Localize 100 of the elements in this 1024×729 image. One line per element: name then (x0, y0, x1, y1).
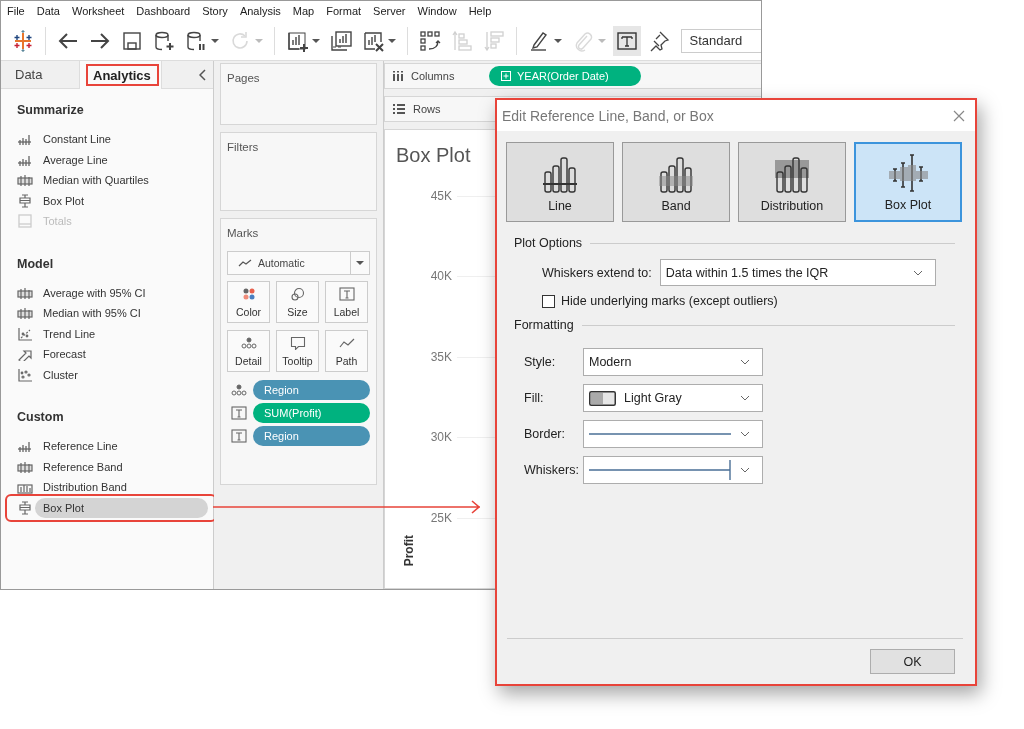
section-heading: Custom (16, 409, 65, 426)
analytics-item[interactable]: Reference Line (43, 439, 118, 454)
axis-title: Profit (402, 534, 416, 566)
menu-item[interactable]: Analysis (235, 5, 289, 17)
chart-plus-icon (285, 29, 308, 52)
mark-type-dropdown[interactable]: Automatic (227, 251, 370, 275)
mark-property-button[interactable]: Tooltip (276, 330, 319, 372)
size-circles-icon (289, 286, 306, 301)
totals-icon (17, 214, 33, 229)
chevron-down-icon (740, 467, 750, 473)
text-label-icon (231, 406, 247, 420)
bar-band-icon (17, 173, 33, 188)
section-heading: Summarize (16, 102, 85, 119)
logo-icon (12, 29, 34, 52)
axis-tick-label: 45K (429, 187, 452, 205)
section-heading: Formatting (514, 318, 574, 332)
dropdown[interactable] (583, 420, 763, 448)
detail-dots-icon (240, 335, 257, 350)
panel-tab[interactable]: Analytics (83, 61, 162, 89)
mark-property-button[interactable]: Label (325, 281, 368, 323)
dropdown[interactable]: Data within 1.5 times the IQR (659, 259, 936, 286)
menu-item[interactable]: Dashboard (132, 5, 199, 17)
menu-item[interactable]: Format (322, 5, 370, 17)
analytics-item[interactable]: Box Plot (43, 193, 84, 208)
cluster-icon (17, 367, 33, 382)
menu-item[interactable]: Server (369, 5, 414, 17)
bar-band-icon (17, 459, 33, 474)
menu-item[interactable]: File (3, 5, 33, 17)
checkbox-label[interactable]: Hide underlying marks (except outliers) (561, 294, 778, 308)
axis-tick-label: 25K (429, 509, 452, 527)
analytics-item[interactable]: Trend Line (43, 326, 96, 341)
analytics-item[interactable]: Reference Band (43, 459, 123, 474)
speech-bubble-icon (289, 335, 306, 350)
axis-tick-label: 35K (429, 348, 452, 366)
whisker-style-icon (589, 460, 731, 480)
dialog-title: Edit Reference Line, Band, or Box (502, 107, 714, 124)
fit-dropdown[interactable]: Standard (680, 28, 761, 53)
box-plot-icon (17, 500, 33, 515)
chart-copy-icon (329, 29, 352, 52)
swap-icon (418, 29, 441, 52)
type-button[interactable]: Line (506, 142, 614, 222)
detail-dots-icon (231, 383, 247, 397)
menu-item[interactable]: Window (413, 5, 465, 17)
shelf-label: Columns (411, 70, 455, 82)
menu-item[interactable]: Map (288, 5, 323, 17)
type-button[interactable]: Band (622, 142, 730, 222)
text-icon (615, 29, 638, 52)
menu-item[interactable]: Data (32, 5, 68, 17)
line-style-icon (589, 432, 731, 436)
bar-band-icon (17, 306, 33, 321)
plus-square-icon (501, 71, 511, 81)
caret-icon (597, 37, 606, 44)
analytics-item[interactable]: Median with Quartiles (43, 173, 149, 188)
mark-property-button[interactable]: Color (227, 281, 270, 323)
dropdown[interactable] (583, 456, 763, 484)
analytics-item[interactable]: Forecast (43, 347, 86, 362)
type-button[interactable]: Box Plot (854, 142, 962, 222)
caret-icon (311, 37, 320, 44)
analytics-item[interactable]: Cluster (43, 367, 78, 382)
field-label: Border: (524, 427, 566, 441)
section-heading: Model (16, 255, 55, 273)
menu-item[interactable]: Worksheet (68, 5, 133, 17)
sort-descending-icon (482, 29, 505, 52)
ok-button[interactable]: OK (870, 649, 955, 674)
checkbox[interactable] (542, 294, 555, 308)
chart-clear-icon (361, 29, 384, 52)
bar-line-icon (17, 132, 33, 147)
menu-item[interactable]: Help (464, 5, 500, 17)
analytics-item[interactable]: Constant Line (43, 132, 111, 147)
dropdown[interactable]: Modern (583, 348, 763, 376)
analytics-item[interactable]: Box Plot (35, 497, 208, 518)
mark-property-button[interactable]: Size (276, 281, 319, 323)
card-title: Marks (227, 227, 260, 239)
bar-line-icon (17, 439, 33, 454)
save-icon (120, 29, 143, 52)
caret-icon (210, 37, 219, 44)
field-label: Style: (524, 355, 557, 369)
chevron-down-icon (912, 269, 923, 276)
analytics-item[interactable]: Average with 95% CI (43, 285, 146, 300)
close-icon[interactable] (953, 109, 965, 122)
shelf-label: Rows (413, 103, 441, 115)
line-mark-icon (238, 259, 252, 267)
sort-ascending-icon (450, 29, 473, 52)
caret-icon (553, 37, 562, 44)
analytics-item[interactable]: Median with 95% CI (43, 306, 141, 321)
trend-line-icon (17, 326, 33, 341)
dropdown[interactable]: Light Gray (583, 384, 763, 412)
sheet-title: Box Plot (396, 144, 471, 166)
mark-property-button[interactable]: Path (325, 330, 368, 372)
analytics-item[interactable]: Distribution Band (43, 480, 127, 495)
type-button[interactable]: Distribution (738, 142, 846, 222)
text-button[interactable] (612, 25, 641, 56)
chevron-left-icon[interactable] (199, 68, 207, 81)
panel-tab[interactable]: Data (1, 61, 80, 89)
analytics-item[interactable]: Average Line (43, 152, 108, 167)
card-title: Filters (227, 141, 259, 153)
database-pause-icon (184, 29, 207, 52)
rows-icon (393, 104, 405, 114)
menu-item[interactable]: Story (198, 5, 236, 17)
mark-property-button[interactable]: Detail (227, 330, 270, 372)
